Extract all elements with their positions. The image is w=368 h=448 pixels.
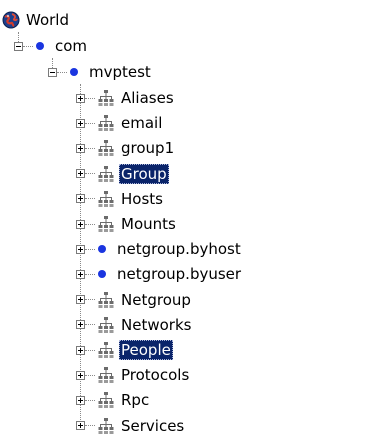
network-table-icon bbox=[97, 291, 115, 309]
tree-connector bbox=[85, 147, 95, 149]
tree-node-world[interactable]: World bbox=[2, 8, 71, 32]
network-table-icon bbox=[97, 114, 115, 132]
expand-icon[interactable] bbox=[76, 169, 85, 179]
tree-node-label: com bbox=[55, 37, 88, 55]
expand-icon[interactable] bbox=[76, 194, 85, 204]
tree-connector bbox=[85, 122, 95, 124]
network-table-icon bbox=[97, 215, 115, 233]
network-table-icon bbox=[97, 139, 115, 157]
blue-dot-icon bbox=[69, 63, 79, 81]
tree-node-com[interactable]: com bbox=[14, 34, 89, 58]
network-table-icon bbox=[97, 341, 115, 359]
tree-connector bbox=[85, 324, 95, 326]
tree-connector bbox=[85, 173, 95, 175]
tree-node-label: Netgroup bbox=[121, 290, 191, 309]
tree-node-hosts[interactable]: Hosts bbox=[76, 187, 165, 211]
tree-node-label: group1 bbox=[121, 139, 175, 158]
tree-node-netgroup[interactable]: Netgroup bbox=[76, 288, 193, 312]
tree-node-label: Hosts bbox=[121, 189, 163, 208]
expand-icon[interactable] bbox=[76, 395, 85, 405]
network-table-icon bbox=[97, 417, 115, 435]
blue-dot-icon bbox=[97, 265, 107, 283]
directory-tree: World com mvptest Aliases email group1 Grou… bbox=[0, 0, 368, 448]
tree-node-label: Aliases bbox=[121, 89, 174, 107]
tree-node-label: Mounts bbox=[121, 215, 176, 233]
blue-dot-icon bbox=[97, 240, 107, 258]
globe-icon bbox=[2, 11, 20, 29]
tree-connector bbox=[85, 299, 95, 301]
tree-node-label: World bbox=[26, 11, 69, 29]
tree-node-label: Networks bbox=[121, 315, 192, 334]
expand-icon[interactable] bbox=[76, 219, 85, 229]
expand-icon[interactable] bbox=[76, 421, 85, 431]
tree-connector bbox=[85, 273, 95, 275]
network-table-icon bbox=[97, 89, 115, 107]
tree-connector bbox=[57, 71, 67, 73]
tree-node-services[interactable]: Services bbox=[76, 414, 186, 438]
expand-icon[interactable] bbox=[76, 320, 85, 330]
expand-icon[interactable] bbox=[76, 118, 85, 128]
tree-node-netgroup-byuser[interactable]: netgroup.byuser bbox=[76, 262, 243, 286]
tree-node-networks[interactable]: Networks bbox=[76, 313, 193, 337]
expand-icon[interactable] bbox=[76, 143, 85, 153]
expand-icon[interactable] bbox=[76, 244, 85, 254]
network-table-icon bbox=[97, 316, 115, 334]
tree-connector bbox=[85, 374, 95, 376]
tree-node-label: Rpc bbox=[121, 391, 150, 410]
tree-node-people[interactable]: People bbox=[76, 338, 173, 362]
tree-node-label: email bbox=[121, 114, 163, 133]
expand-icon[interactable] bbox=[76, 295, 85, 305]
tree-node-label: Services bbox=[121, 416, 185, 435]
tree-node-label: netgroup.byuser bbox=[117, 265, 242, 284]
tree-node-group[interactable]: Group bbox=[76, 162, 169, 186]
tree-node-rpc[interactable]: Rpc bbox=[76, 388, 151, 412]
expand-icon[interactable] bbox=[76, 93, 85, 103]
tree-node-label: Protocols bbox=[121, 366, 190, 385]
tree-node-label: netgroup.byhost bbox=[117, 240, 241, 259]
network-table-icon bbox=[97, 391, 115, 409]
tree-node-label: People bbox=[119, 340, 173, 360]
tree-node-label: mvptest bbox=[89, 63, 151, 81]
tree-node-label: Group bbox=[119, 163, 169, 184]
tree-connector bbox=[85, 198, 95, 200]
network-table-icon bbox=[97, 366, 115, 384]
network-table-icon bbox=[97, 190, 115, 208]
collapse-icon[interactable] bbox=[48, 67, 57, 77]
tree-connector bbox=[85, 349, 95, 351]
tree-connector bbox=[85, 425, 95, 427]
tree-node-aliases[interactable]: Aliases bbox=[76, 86, 176, 110]
tree-node-netgroup-byhost[interactable]: netgroup.byhost bbox=[76, 237, 243, 261]
tree-node-email[interactable]: email bbox=[76, 111, 164, 135]
tree-node-mvptest[interactable]: mvptest bbox=[48, 60, 153, 84]
tree-node-group1[interactable]: group1 bbox=[76, 136, 176, 160]
tree-node-mounts[interactable]: Mounts bbox=[76, 212, 178, 236]
tree-connector bbox=[85, 223, 95, 225]
tree-connector bbox=[85, 248, 95, 250]
tree-connector bbox=[23, 45, 33, 47]
collapse-icon[interactable] bbox=[14, 41, 23, 51]
tree-node-protocols[interactable]: Protocols bbox=[76, 363, 191, 387]
expand-icon[interactable] bbox=[76, 345, 85, 355]
expand-icon[interactable] bbox=[76, 269, 85, 279]
network-table-icon bbox=[97, 165, 115, 183]
tree-connector bbox=[85, 399, 95, 401]
blue-dot-icon bbox=[35, 37, 45, 55]
expand-icon[interactable] bbox=[76, 370, 85, 380]
tree-connector bbox=[85, 97, 95, 99]
